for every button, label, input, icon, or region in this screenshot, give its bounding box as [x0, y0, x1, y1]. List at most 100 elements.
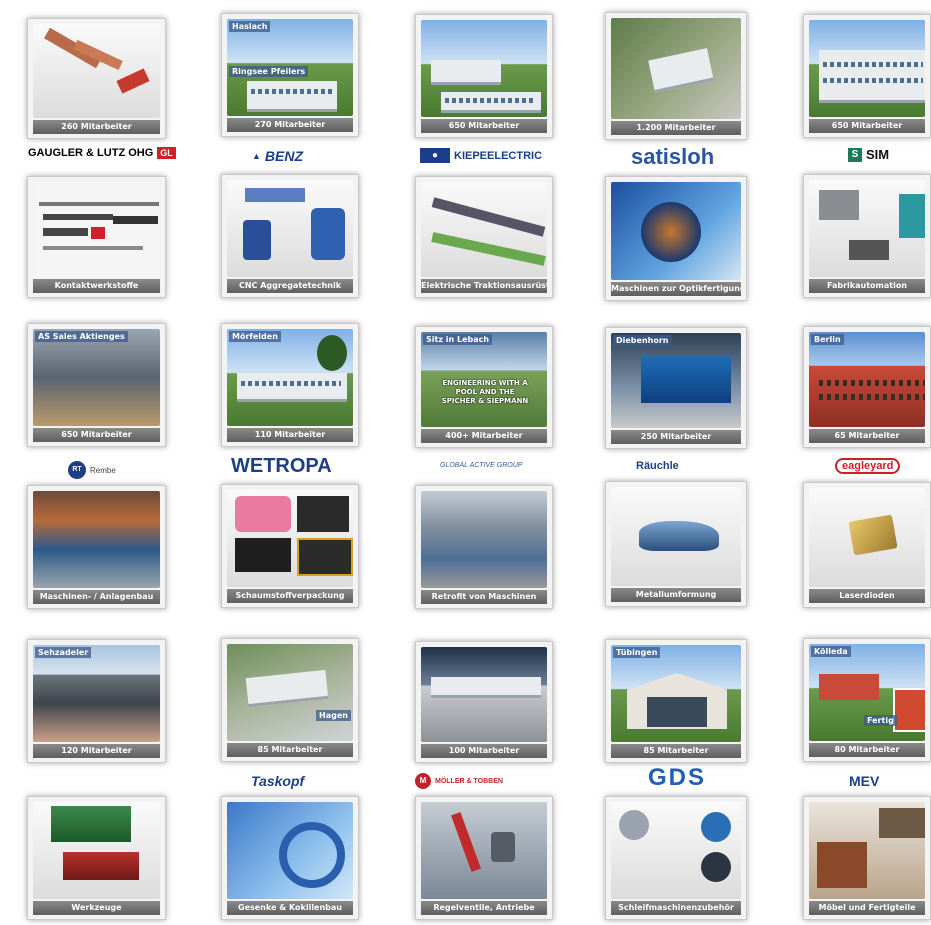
sim-mark-icon: S	[848, 147, 862, 162]
company-tile[interactable]: Berlin 65 Mitarbeiter	[803, 326, 931, 448]
company-tile[interactable]: Hagen 85 Mitarbeiter	[221, 638, 359, 762]
company-tile[interactable]: Maschinen- / Anlagenbau	[27, 485, 166, 609]
overlay-text: POOL AND THE	[455, 388, 515, 396]
company-tile[interactable]: Möbel und Fertigteile	[803, 796, 931, 920]
company-tile[interactable]: 1.200 Mitarbeiter	[605, 12, 747, 140]
tile-image-building	[33, 645, 160, 742]
company-logo[interactable]: MEV	[849, 773, 879, 789]
company-logo[interactable]: M MÖLLER & TOBBEN	[415, 773, 503, 789]
tile-image-building	[421, 20, 547, 117]
logo-text: SIM	[866, 147, 890, 162]
logo-text: GLOBAL ACTIVE GROUP	[440, 462, 523, 469]
company-tile[interactable]: Laserdioden	[803, 482, 931, 608]
tile-image-contacts	[33, 24, 160, 118]
tile-caption: Möbel und Fertigteile	[809, 901, 925, 915]
tile-image-building	[611, 333, 741, 428]
location-label: Sehzadeler	[35, 647, 92, 658]
logo-text: Räuchle	[636, 460, 679, 472]
company-tile[interactable]: Schleifmaschinenzubehör	[605, 796, 747, 920]
company-tile[interactable]: Diebenhorn 250 Mitarbeiter	[605, 327, 747, 449]
logo-text: BENZ	[264, 148, 304, 164]
company-logo[interactable]: eagleyard	[835, 458, 901, 474]
tile-caption: Kontaktwerkstoffe	[33, 279, 160, 293]
company-tile[interactable]: CNC Aggregatetechnik	[221, 174, 359, 298]
company-tile[interactable]: Sitz in Lebach ENGINEERING WITH A POOL A…	[415, 326, 553, 448]
company-logo[interactable]: S SIM	[848, 147, 889, 162]
kiepe-mark-icon: ●	[420, 148, 450, 163]
company-tile[interactable]: Fabrikautomation	[803, 174, 931, 298]
tile-caption: Retrofit von Maschinen	[421, 590, 547, 604]
company-tile[interactable]: Schaumstoffverpackung	[221, 484, 359, 608]
tile-caption: 65 Mitarbeiter	[809, 429, 925, 443]
tile-image-laser	[809, 488, 925, 587]
company-tile[interactable]: Metallumformung	[605, 481, 747, 607]
gl-mark-icon: GL	[157, 147, 176, 159]
logo-text: satisloh	[631, 144, 715, 169]
tile-image-wordcloud	[33, 182, 160, 277]
logo-text: eagleyard	[835, 458, 901, 474]
company-logo[interactable]: RT Rembe	[68, 461, 116, 479]
company-tile[interactable]: Kontaktwerkstoffe	[27, 176, 166, 298]
tile-caption: 120 Mitarbeiter	[33, 744, 160, 758]
tile-image-factory	[809, 180, 925, 277]
company-tile[interactable]: Tübingen 85 Mitarbeiter	[605, 639, 747, 763]
company-logo[interactable]: Räuchle	[636, 460, 679, 472]
tile-image-building	[611, 645, 741, 742]
location-label: Sitz in Lebach	[423, 334, 493, 345]
tile-caption: 100 Mitarbeiter	[421, 744, 547, 758]
tile-caption: Maschinen zur Optikfertigung	[611, 282, 741, 296]
company-tile[interactable]: Werkzeuge	[27, 796, 166, 920]
tile-image-aerial	[227, 644, 353, 741]
location-label: Kölleda	[811, 646, 851, 657]
company-tile[interactable]: Elektrische Traktionsausrüstung	[415, 176, 553, 298]
location-label: Fertig	[864, 715, 897, 726]
company-logo[interactable]: satisloh	[631, 144, 714, 170]
location-label: Hagen	[316, 710, 351, 721]
company-tile[interactable]: 650 Mitarbeiter	[415, 14, 553, 138]
tile-image-foam	[227, 490, 353, 587]
logo-text: WETROPA	[231, 455, 332, 477]
company-tile[interactable]: 260 Mitarbeiter	[27, 18, 166, 139]
company-tile[interactable]: Maschinen zur Optikfertigung	[605, 176, 747, 301]
company-logo[interactable]: ▲ BENZ	[252, 148, 303, 164]
tile-caption: Gesenke & Kokillenbau	[227, 901, 353, 915]
company-tile[interactable]: AS Sales Aktienges 650 Mitarbeiter	[27, 323, 166, 447]
tile-caption: Schaumstoffverpackung	[227, 589, 353, 603]
company-logo[interactable]: ● KIEPEELECTRIC	[420, 148, 542, 163]
tile-image-building	[227, 329, 353, 426]
tile-image-building	[809, 332, 925, 427]
company-logo[interactable]: WETROPA	[231, 455, 332, 478]
tile-caption: Metallumformung	[611, 588, 741, 602]
company-logo[interactable]: Taskopf	[251, 773, 304, 789]
company-tile[interactable]: Retrofit von Maschinen	[415, 485, 553, 609]
tile-image-furniture	[809, 802, 925, 899]
tile-caption: 650 Mitarbeiter	[809, 119, 925, 133]
company-tile[interactable]: Sehzadeler 120 Mitarbeiter	[27, 639, 166, 763]
tile-caption: CNC Aggregatetechnik	[227, 279, 353, 293]
tile-image-hall	[421, 491, 547, 588]
logo-text: MÖLLER & TOBBEN	[435, 777, 503, 785]
tile-image-hall	[33, 329, 160, 426]
tile-image-aerial	[611, 18, 741, 119]
triangle-icon: ▲	[252, 151, 261, 161]
company-logo[interactable]: GLOBAL ACTIVE GROUP	[440, 462, 522, 469]
location-label: Diebenhorn	[613, 335, 672, 346]
company-logo[interactable]: GAUGLER & LUTZ OHG GL	[28, 147, 176, 159]
tile-caption: Laserdioden	[809, 589, 925, 603]
company-tile[interactable]: 650 Mitarbeiter	[803, 14, 931, 138]
company-tile[interactable]: Mörfelden 110 Mitarbeiter	[221, 323, 359, 447]
logo-text: Taskopf	[251, 773, 305, 789]
tile-image-dies	[227, 802, 353, 899]
company-tile[interactable]: Gesenke & Kokillenbau	[221, 796, 359, 920]
company-tile[interactable]: Kölleda Fertig 80 Mitarbeiter	[803, 638, 931, 762]
tile-caption: Elektrische Traktionsausrüstung	[421, 279, 547, 293]
tile-caption: 650 Mitarbeiter	[421, 119, 547, 133]
tile-caption: Regelventile, Antriebe	[421, 901, 547, 915]
company-logo[interactable]: GDS	[648, 764, 706, 792]
location-label: Berlin	[811, 334, 844, 345]
tile-image-tools	[33, 802, 160, 899]
company-tile[interactable]: Regelventile, Antriebe	[415, 796, 553, 920]
tile-caption: 270 Mitarbeiter	[227, 118, 353, 132]
company-tile[interactable]: Haslach Ringsee Pfeilers 270 Mitarbeiter	[221, 13, 359, 137]
company-tile[interactable]: 100 Mitarbeiter	[415, 641, 553, 763]
